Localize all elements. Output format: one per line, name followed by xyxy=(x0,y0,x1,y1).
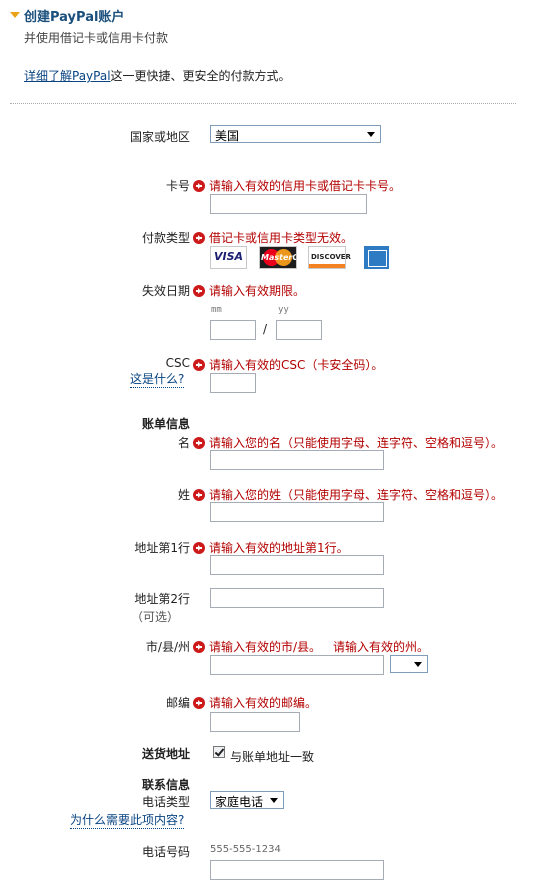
error-icon xyxy=(193,436,205,449)
card-number-input[interactable] xyxy=(210,194,367,214)
address2-label: 地址第2行 xyxy=(134,592,190,606)
address2-input[interactable] xyxy=(210,588,384,608)
city-error: 请输入有效的市/县。 请输入有效的州。 xyxy=(193,638,429,655)
last-name-error-text: 请输入您的姓（只能使用字母、连字符、空格和逗号）。 xyxy=(209,488,504,502)
country-label: 国家或地区 xyxy=(129,130,190,144)
why-needed-help-link[interactable]: 为什么需要此项内容? xyxy=(70,811,185,829)
card-type-error: 借记卡或信用卡类型无效。 xyxy=(193,229,353,246)
zip-error: 请输入有效的邮编。 xyxy=(193,694,317,711)
zip-input[interactable] xyxy=(210,712,300,732)
last-name-input[interactable] xyxy=(210,502,384,522)
mastercard-logo: MasterCard xyxy=(259,246,297,269)
error-icon xyxy=(193,488,205,501)
city-error-text: 请输入有效的市/县。 xyxy=(209,640,322,654)
expiry-separator: / xyxy=(263,322,268,336)
chevron-down-icon xyxy=(367,132,375,137)
country-select[interactable]: 美国 xyxy=(210,125,381,143)
zip-error-text: 请输入有效的邮编。 xyxy=(209,696,318,710)
phone-type-select[interactable]: 家庭电话 xyxy=(210,791,284,809)
visa-logo: VISA xyxy=(210,246,247,269)
expiry-label: 失效日期 xyxy=(141,284,190,298)
phone-input[interactable] xyxy=(210,860,384,880)
csc-label: CSC xyxy=(165,356,190,370)
first-name-error: 请输入您的名（只能使用字母、连字符、空格和逗号）。 xyxy=(193,434,503,451)
expiry-year-hint: yy xyxy=(278,305,289,315)
error-icon xyxy=(193,696,205,709)
city-input[interactable] xyxy=(210,655,384,675)
shipping-label: 送货地址 xyxy=(141,747,190,761)
csc-error: 请输入有效的CSC（卡安全码）。 xyxy=(193,356,383,373)
collapse-arrow-icon[interactable] xyxy=(10,12,20,18)
phone-type-label: 电话类型 xyxy=(141,795,190,809)
address1-label: 地址第1行 xyxy=(134,541,190,555)
address2-optional: （可选） xyxy=(131,610,180,624)
amex-logo xyxy=(364,246,389,269)
same-as-billing-label[interactable]: 与账单地址一致 xyxy=(230,748,314,765)
chevron-down-icon xyxy=(270,798,278,803)
card-type-error-text: 借记卡或信用卡类型无效。 xyxy=(209,231,354,245)
address1-error: 请输入有效的地址第1行。 xyxy=(193,539,349,556)
divider xyxy=(10,103,516,104)
card-number-label: 卡号 xyxy=(165,179,190,193)
error-icon xyxy=(193,541,205,554)
error-icon xyxy=(193,231,205,244)
error-icon xyxy=(193,358,205,371)
phone-hint: 555-555-1234 xyxy=(210,844,281,855)
first-name-input[interactable] xyxy=(210,450,384,470)
learn-more-line: 详细了解PayPal这一更快捷、更安全的付款方式。 xyxy=(24,67,291,84)
phone-type-select-value: 家庭电话 xyxy=(215,795,264,809)
address1-input[interactable] xyxy=(210,555,384,575)
first-name-label: 名 xyxy=(177,436,190,450)
error-icon xyxy=(193,640,205,653)
card-number-error: 请输入有效的信用卡或借记卡卡号。 xyxy=(193,177,401,194)
discover-logo: DISCOVER xyxy=(308,246,351,269)
card-type-label: 付款类型 xyxy=(141,231,190,245)
chevron-down-icon xyxy=(414,662,422,667)
section-subtitle: 并使用借记卡或信用卡付款 xyxy=(24,31,169,45)
billing-heading: 账单信息 xyxy=(141,417,190,431)
state-error-text: 请输入有效的州。 xyxy=(333,640,430,654)
last-name-label: 姓 xyxy=(177,488,190,502)
same-as-billing-checkbox[interactable] xyxy=(213,746,225,758)
first-name-error-text: 请输入您的名（只能使用字母、连字符、空格和逗号）。 xyxy=(209,436,504,450)
error-icon xyxy=(193,284,205,297)
country-select-value: 美国 xyxy=(215,129,240,143)
error-icon xyxy=(193,179,205,192)
expiry-month-input[interactable] xyxy=(210,320,256,340)
csc-help-link[interactable]: 这是什么? xyxy=(130,370,185,388)
learn-more-link[interactable]: 详细了解PayPal xyxy=(24,69,111,83)
address1-error-text: 请输入有效的地址第1行。 xyxy=(209,541,349,555)
last-name-error: 请输入您的姓（只能使用字母、连字符、空格和逗号）。 xyxy=(193,486,503,503)
state-select[interactable] xyxy=(390,655,428,673)
contact-heading: 联系信息 xyxy=(141,778,190,792)
expiry-year-input[interactable] xyxy=(276,320,322,340)
zip-label: 邮编 xyxy=(165,696,190,710)
section-title[interactable]: 创建PayPal账户 xyxy=(24,6,124,25)
phone-label: 电话号码 xyxy=(141,845,190,859)
csc-error-text: 请输入有效的CSC（卡安全码）。 xyxy=(209,358,384,372)
expiry-month-hint: mm xyxy=(211,305,222,315)
expiry-error-text: 请输入有效期限。 xyxy=(209,284,306,298)
learn-more-text: 这一更快捷、更安全的付款方式。 xyxy=(110,69,291,83)
csc-input[interactable] xyxy=(210,373,256,393)
city-label: 市/县/州 xyxy=(145,640,190,654)
expiry-error: 请输入有效期限。 xyxy=(193,282,305,299)
card-number-error-text: 请输入有效的信用卡或借记卡卡号。 xyxy=(209,179,402,193)
